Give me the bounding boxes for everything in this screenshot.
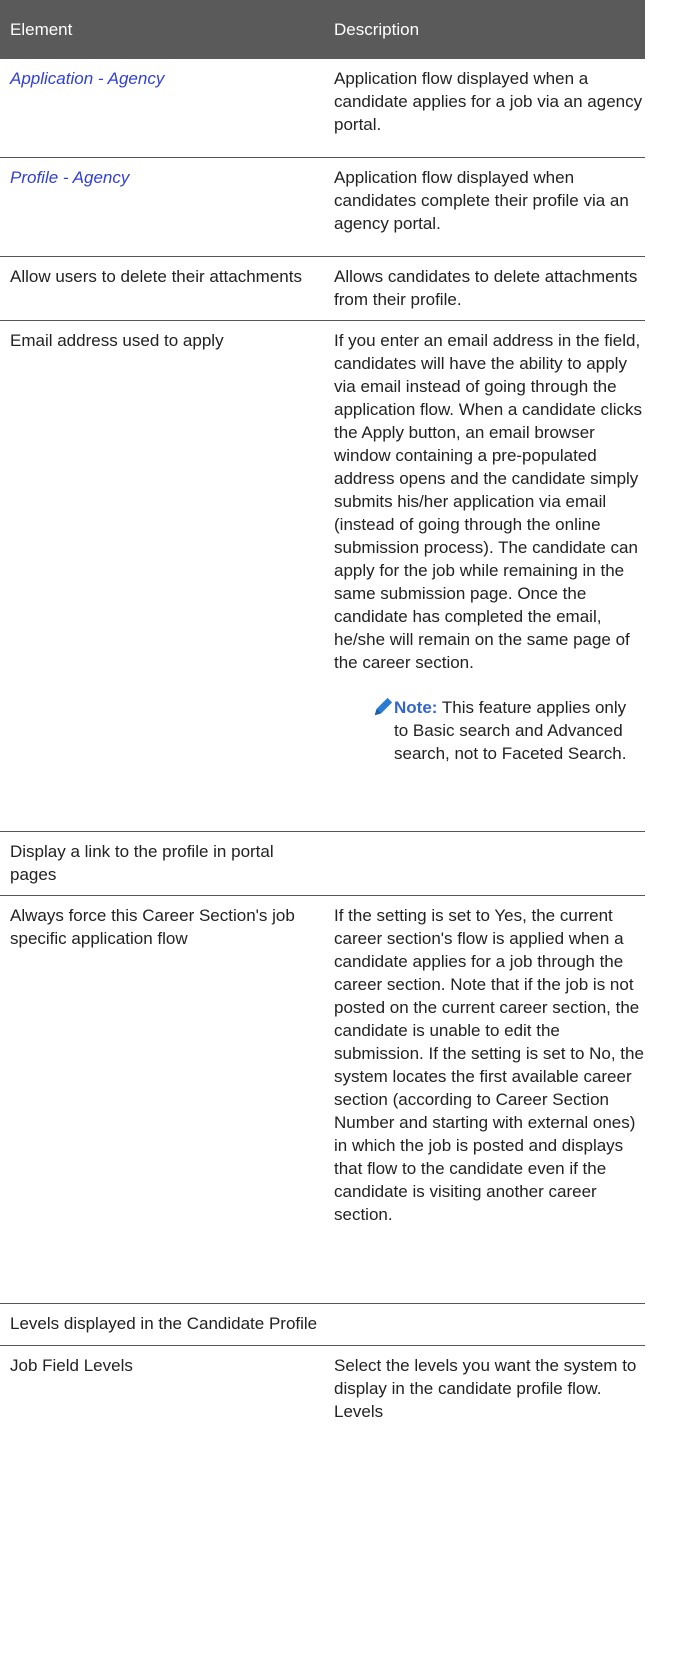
description-text: If you enter an email address in the fie… xyxy=(334,331,643,672)
description-cell: Select the levels you want the system to… xyxy=(334,1356,637,1421)
description-cell: Allows candidates to delete attachments … xyxy=(334,267,638,309)
element-cell: Allow users to delete their attachments xyxy=(10,267,302,286)
header-description: Description xyxy=(334,19,420,39)
header-element: Element xyxy=(10,19,73,39)
element-cell: Email address used to apply xyxy=(10,331,224,350)
table-row: Allow users to delete their attachments … xyxy=(0,257,645,321)
description-cell: If you enter an email address in the fie… xyxy=(324,321,644,831)
element-cell: Application - Agency xyxy=(0,59,324,157)
table-row: Display a link to the profile in portal … xyxy=(0,832,645,896)
table-row: Always force this Career Section's job s… xyxy=(0,896,645,1304)
note-label: Note: xyxy=(394,698,438,717)
note-box: Note: This feature applies only to Basic… xyxy=(372,696,644,765)
element-cell: Job Field Levels xyxy=(10,1356,133,1375)
settings-table: Element Description Application - Agency… xyxy=(0,0,645,1466)
table-row: Application - Agency Application flow di… xyxy=(0,59,645,158)
element-cell: Profile - Agency xyxy=(0,158,324,256)
profile-agency-link[interactable]: Profile - Agency xyxy=(10,168,129,187)
element-cell: Display a link to the profile in portal … xyxy=(10,842,274,884)
description-cell: Application flow displayed when a candid… xyxy=(334,69,643,134)
element-cell: Always force this Career Section's job s… xyxy=(10,906,295,948)
description-cell: If the setting is set to Yes, the curren… xyxy=(334,906,644,1224)
note-content: Note: This feature applies only to Basic… xyxy=(394,696,634,765)
application-agency-link[interactable]: Application - Agency xyxy=(10,69,164,88)
description-cell: Application flow displayed when candidat… xyxy=(334,168,629,233)
table-row: Email address used to apply If you enter… xyxy=(0,321,645,832)
table-header: Element Description xyxy=(0,0,645,59)
table-row: Job Field Levels Select the levels you w… xyxy=(0,1346,645,1466)
table-row: Levels displayed in the Candidate Profil… xyxy=(0,1304,645,1346)
pencil-icon xyxy=(374,697,393,716)
table-row: Profile - Agency Application flow displa… xyxy=(0,158,645,257)
section-heading: Levels displayed in the Candidate Profil… xyxy=(10,1314,318,1333)
